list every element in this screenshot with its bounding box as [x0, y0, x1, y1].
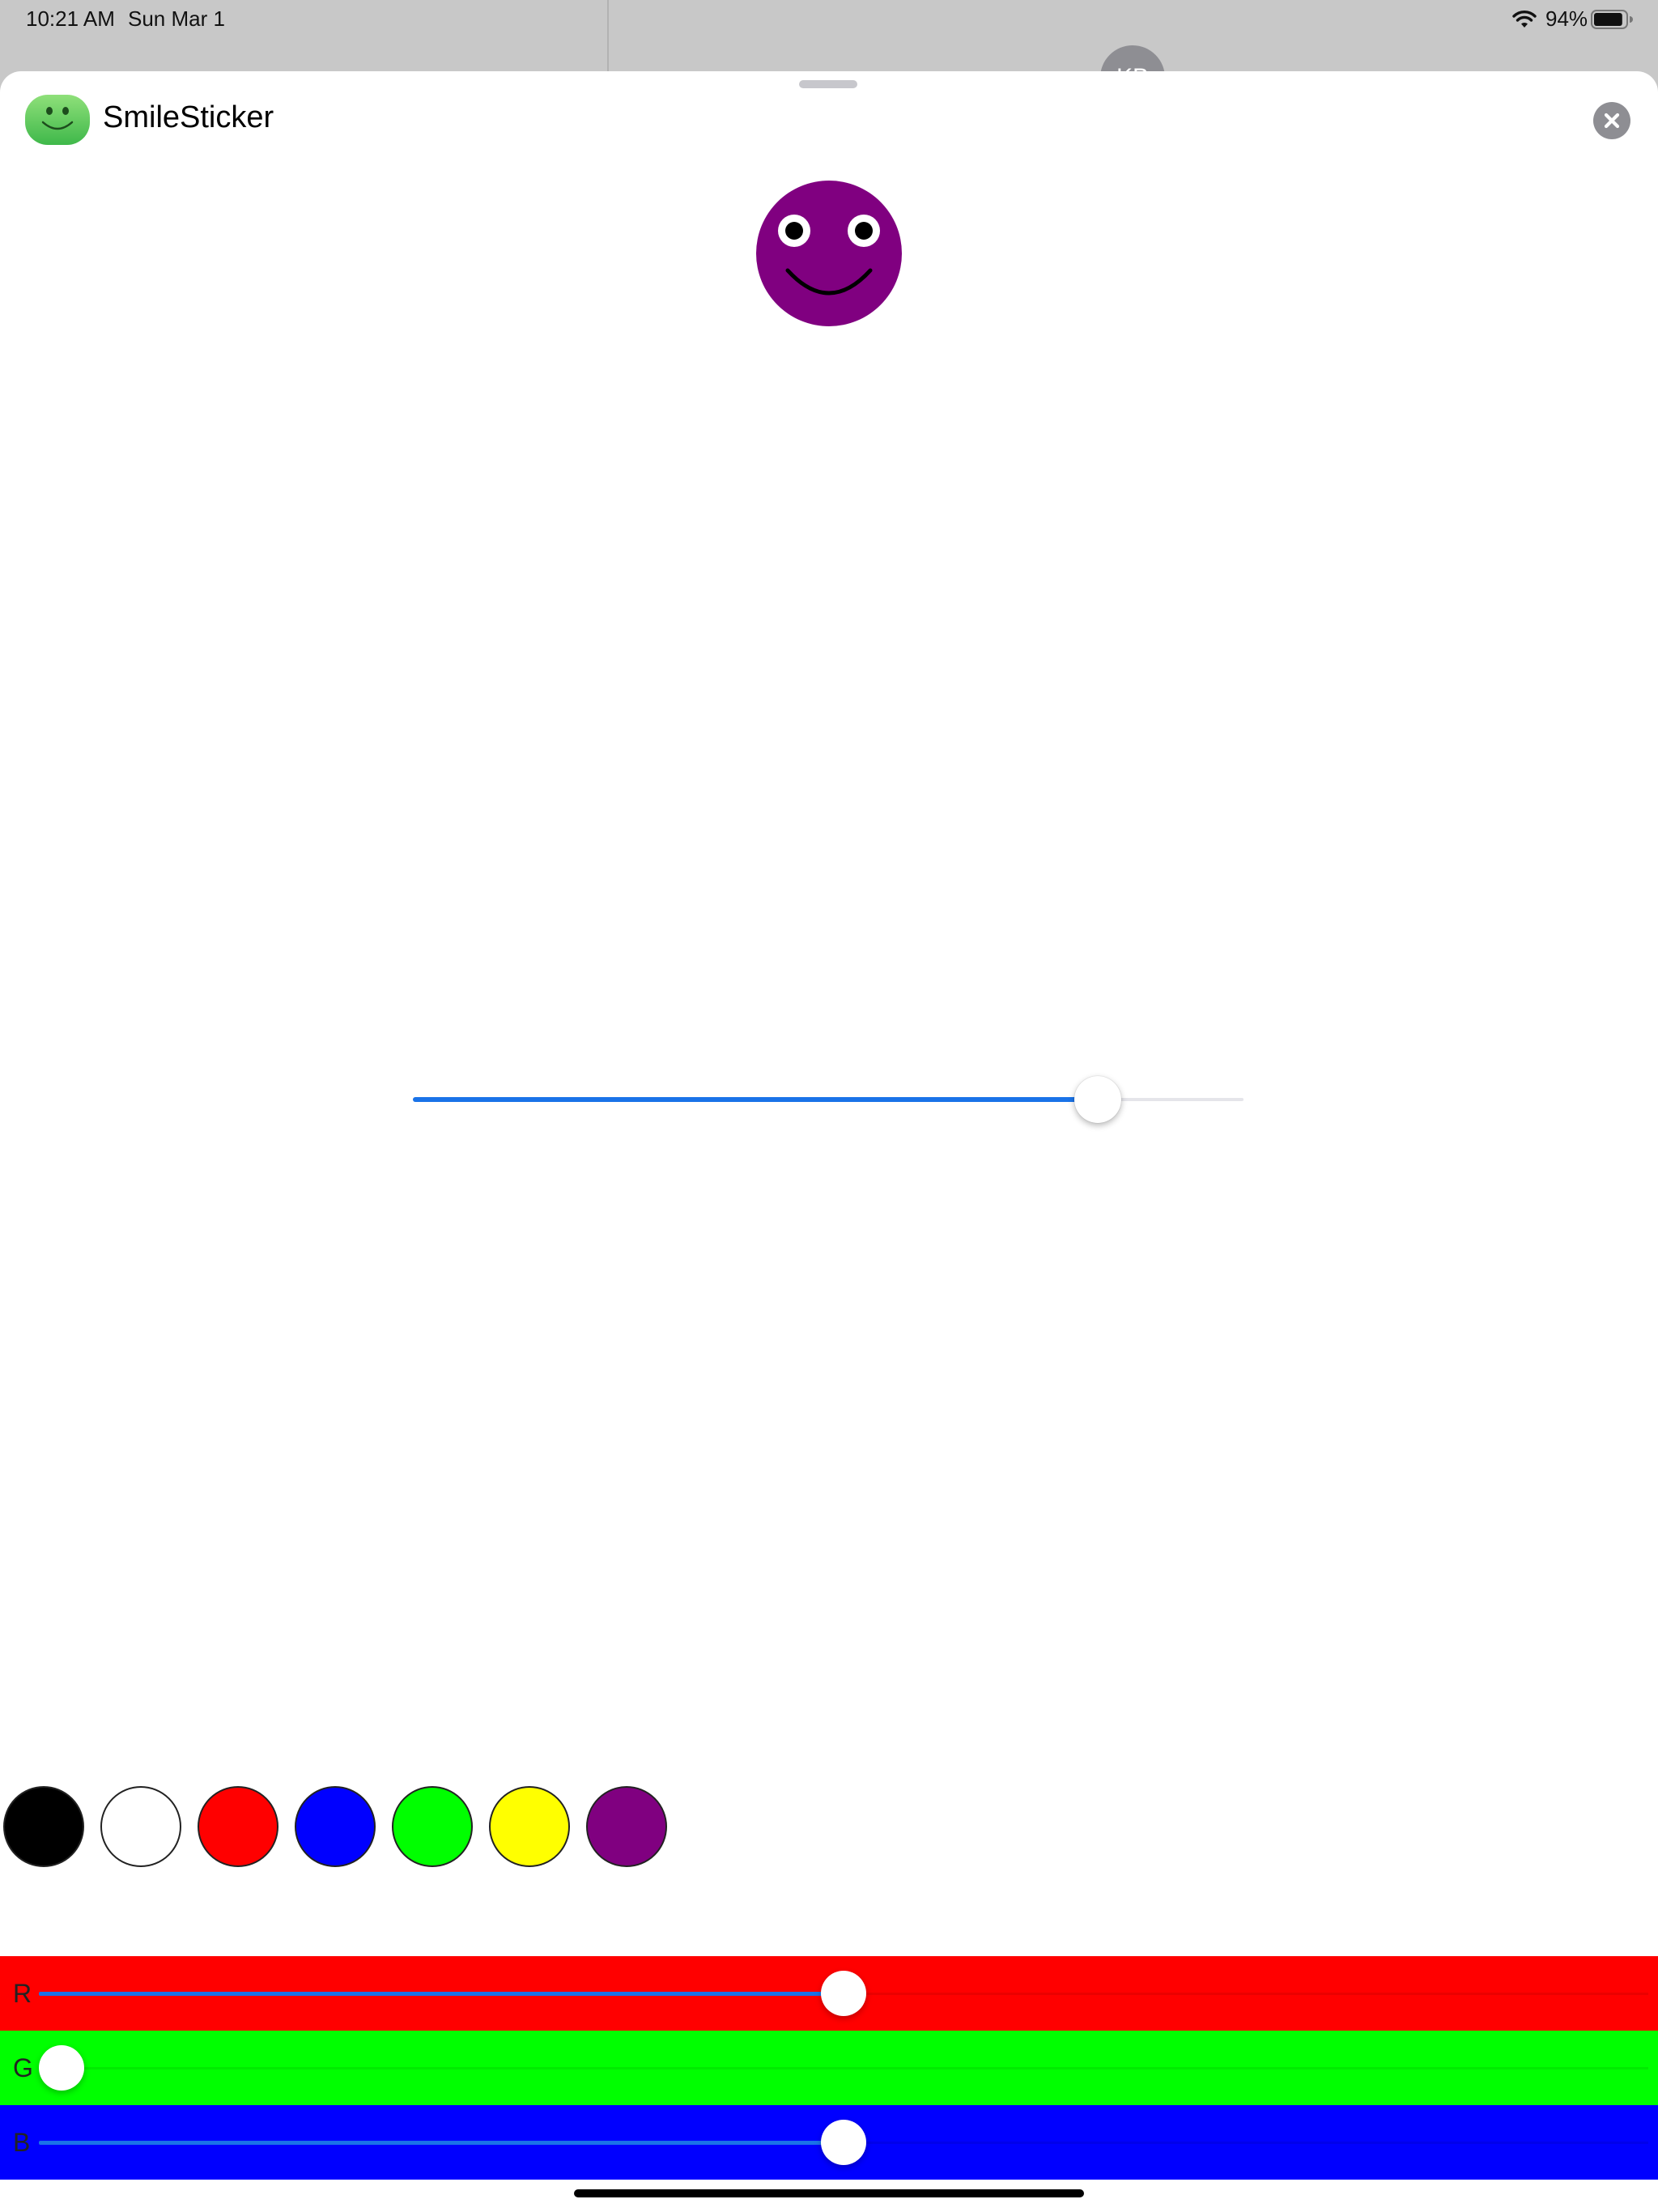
rgb-slider-fill: [39, 2141, 844, 2145]
close-icon: [1604, 113, 1620, 129]
size-slider[interactable]: [413, 1072, 1244, 1127]
smiley-app-icon: [25, 95, 90, 145]
split-view-divider: [607, 0, 609, 73]
color-swatch-purple[interactable]: [586, 1786, 667, 1867]
rgb-slider-thumb[interactable]: [821, 2120, 866, 2165]
rgb-slider-label: R: [13, 1979, 32, 2008]
color-swatch-black[interactable]: [3, 1786, 84, 1867]
status-bar: 10:21 AM Sun Mar 1 94%: [0, 0, 1658, 39]
wifi-icon: [1512, 10, 1537, 29]
color-swatch-red[interactable]: [198, 1786, 278, 1867]
color-swatch-green[interactable]: [392, 1786, 473, 1867]
screen: 10:21 AM Sun Mar 1 94% KB: [0, 0, 1658, 2212]
home-indicator[interactable]: [574, 2189, 1084, 2197]
rgb-slider-track[interactable]: [39, 2067, 1648, 2069]
rgb-slider-row-b: B: [0, 2105, 1658, 2180]
imessage-app-sheet: SmileSticker R G B: [0, 71, 1658, 2212]
app-title: SmileSticker: [103, 100, 274, 134]
color-swatch-white[interactable]: [100, 1786, 181, 1867]
color-swatch-blue[interactable]: [295, 1786, 376, 1867]
smiley-sticker-preview[interactable]: [755, 180, 903, 327]
status-date: Sun Mar 1: [128, 6, 225, 31]
battery-icon: [1591, 10, 1633, 29]
status-time: 10:21 AM: [26, 6, 115, 31]
color-swatches: [0, 1786, 1658, 1870]
sheet-grabber[interactable]: [799, 80, 857, 88]
rgb-slider-row-r: R: [0, 1956, 1658, 2031]
rgb-slider-thumb[interactable]: [821, 1971, 866, 2016]
rgb-slider-thumb[interactable]: [39, 2045, 84, 2091]
rgb-slider-fill: [39, 1992, 844, 1996]
color-swatch-yellow[interactable]: [489, 1786, 570, 1867]
size-slider-fill: [413, 1097, 1099, 1102]
battery-percent: 94%: [1545, 6, 1588, 31]
rgb-slider-label: G: [13, 2053, 33, 2082]
size-slider-thumb[interactable]: [1074, 1076, 1122, 1123]
close-button[interactable]: [1593, 102, 1630, 139]
rgb-slider-label: B: [13, 2128, 31, 2157]
rgb-slider-row-g: G: [0, 2031, 1658, 2105]
